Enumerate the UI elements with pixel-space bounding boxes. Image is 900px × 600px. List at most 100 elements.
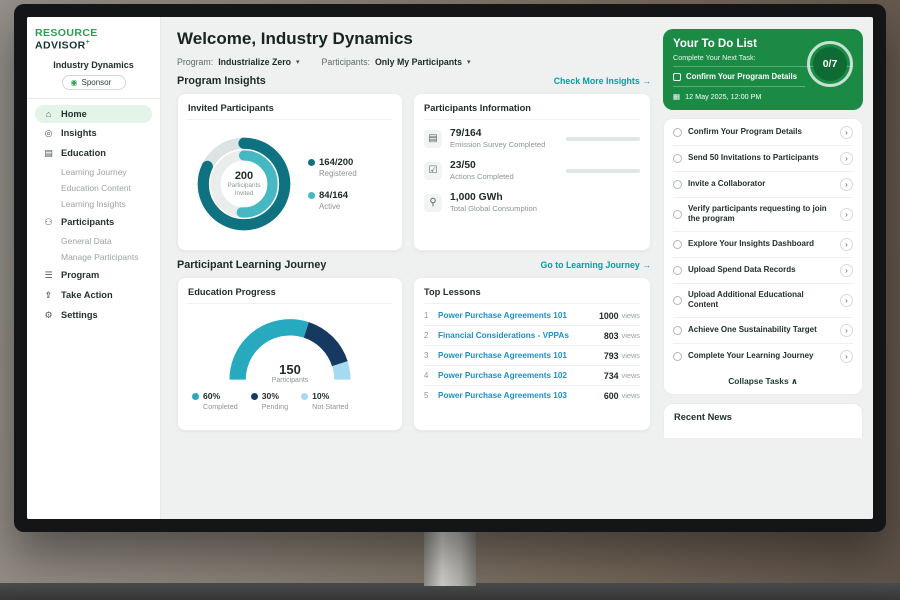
task-item[interactable]: Send 50 Invitations to Participants › (673, 146, 853, 172)
card-title: Top Lessons (424, 287, 640, 304)
chevron-right-icon[interactable]: › (840, 152, 853, 165)
survey-icon: ▤ (424, 130, 442, 148)
collapse-label: Collapse Tasks (728, 376, 788, 386)
task-item[interactable]: Confirm Your Program Details › (673, 120, 853, 146)
task-item[interactable]: Achieve One Sustainability Target › (673, 318, 853, 344)
task-checkbox[interactable] (673, 296, 682, 305)
go-to-learning-journey-link[interactable]: Go to Learning Journey → (541, 260, 651, 270)
todo-next-task[interactable]: Confirm Your Program Details (673, 67, 805, 87)
sponsor-badge[interactable]: ◉ Sponsor (62, 75, 126, 90)
education-gauge-chart: 150 Participants (215, 312, 365, 384)
task-checkbox[interactable] (673, 326, 682, 335)
participants-filter[interactable]: Participants: Only My Participants ▾ (322, 57, 471, 67)
gauge-center-label: Participants (215, 377, 365, 384)
sidebar-item-label: Take Action (61, 290, 113, 300)
task-item[interactable]: Verify participants requesting to join t… (673, 198, 853, 232)
stat-label: Total Global Consumption (450, 204, 537, 213)
chevron-right-icon[interactable]: › (840, 178, 853, 191)
task-label: Invite a Collaborator (688, 179, 834, 189)
task-item[interactable]: Invite a Collaborator › (673, 172, 853, 198)
lesson-link[interactable]: Power Purchase Agreements 103 (438, 391, 604, 400)
task-item[interactable]: Complete Your Learning Journey › (673, 344, 853, 369)
recent-news-card[interactable]: Recent News (663, 403, 863, 438)
sidebar-item-education-content[interactable]: Education Content (35, 180, 152, 196)
checkbox-icon[interactable] (673, 73, 681, 81)
chevron-right-icon[interactable]: › (840, 126, 853, 139)
check-more-insights-link[interactable]: Check More Insights → (554, 76, 651, 86)
lesson-link[interactable]: Power Purchase Agreements 101 (438, 351, 604, 360)
sidebar-item-label: Insights (61, 128, 97, 138)
program-filter-value: Industrialize Zero (218, 57, 291, 67)
todo-progress-ring: 0/7 (807, 41, 853, 87)
task-checkbox[interactable] (673, 154, 682, 163)
task-checkbox[interactable] (673, 266, 682, 275)
card-title: Education Progress (188, 287, 392, 304)
home-icon: ⌂ (43, 109, 54, 119)
emission-progress-bar (566, 137, 640, 141)
program-filter-label: Program: (177, 57, 213, 67)
task-item[interactable]: Upload Spend Data Records › (673, 258, 853, 284)
lesson-rank: 5 (424, 391, 438, 400)
chevron-right-icon[interactable]: › (840, 264, 853, 277)
arrow-right-icon: → (642, 260, 651, 270)
task-item[interactable]: Explore Your Insights Dashboard › (673, 232, 853, 258)
legend-item-registered: 164/200 Registered (308, 157, 357, 178)
sidebar-item-label: Participants (61, 217, 114, 227)
sidebar-item-program[interactable]: ☰ Program (35, 266, 152, 285)
collapse-tasks-link[interactable]: Collapse Tasks ∧ (673, 369, 853, 393)
chevron-right-icon[interactable]: › (840, 238, 853, 251)
program-filter[interactable]: Program: Industrialize Zero ▾ (177, 57, 300, 67)
lesson-views: 1000 (599, 311, 619, 321)
brand-resource: RESOURCE (35, 27, 98, 39)
legend-pct: 30% (262, 391, 279, 401)
legend-pct: 10% (312, 391, 329, 401)
lesson-link[interactable]: Power Purchase Agreements 102 (438, 371, 604, 380)
sidebar-item-participants[interactable]: ⚇ Participants (35, 213, 152, 232)
task-item[interactable]: Upload Additional Educational Content › (673, 284, 853, 318)
chevron-right-icon[interactable]: › (840, 350, 853, 363)
lesson-views-label: views (622, 351, 640, 360)
invited-donut-chart: 200 Participants Invited (188, 128, 300, 240)
legend-item-not-started: 10% Not Started (301, 391, 348, 411)
lesson-link[interactable]: Power Purchase Agreements 101 (438, 311, 599, 320)
sidebar-divider (27, 98, 160, 99)
sidebar-item-take-action[interactable]: ⇪ Take Action (35, 286, 152, 305)
stat-emission-survey: ▤ 79/164 Emission Survey Completed (424, 128, 640, 149)
sidebar-item-label: Education (61, 148, 106, 158)
card-title: Participants Information (424, 103, 640, 120)
consumption-pin-icon: ⚲ (424, 194, 442, 212)
active-dot-icon (308, 192, 315, 199)
stat-label: Actions Completed (450, 172, 562, 181)
sidebar-item-learning-insights[interactable]: Learning Insights (35, 196, 152, 212)
legend-label: Registered (308, 169, 357, 178)
lesson-link[interactable]: Financial Considerations - VPPAs (438, 331, 604, 340)
sidebar-item-general-data[interactable]: General Data (35, 233, 152, 249)
sidebar-item-label: Program (61, 270, 99, 280)
task-list-card: Confirm Your Program Details › Send 50 I… (663, 118, 863, 395)
sidebar-item-manage-participants[interactable]: Manage Participants (35, 249, 152, 265)
recent-news-title: Recent News (674, 412, 732, 422)
not-started-dot-icon (301, 393, 308, 400)
sidebar-item-settings[interactable]: ⚙ Settings (35, 306, 152, 325)
task-checkbox[interactable] (673, 180, 682, 189)
task-checkbox[interactable] (673, 128, 682, 137)
task-checkbox[interactable] (673, 210, 682, 219)
stat-value: 23/50 (450, 160, 562, 171)
sidebar-item-home[interactable]: ⌂ Home (35, 105, 152, 123)
sidebar-item-label: Home (61, 109, 87, 119)
task-checkbox[interactable] (673, 240, 682, 249)
card-title: Invited Participants (188, 103, 392, 120)
lesson-views-label: views (622, 331, 640, 340)
sidebar-item-education[interactable]: ▤ Education (35, 144, 152, 163)
task-checkbox[interactable] (673, 352, 682, 361)
sidebar-item-learning-journey[interactable]: Learning Journey (35, 164, 152, 180)
chevron-right-icon[interactable]: › (840, 208, 853, 221)
legend-pct: 60% (203, 391, 220, 401)
legend-item-pending: 30% Pending (251, 391, 288, 411)
stat-label: Emission Survey Completed (450, 140, 562, 149)
chevron-right-icon[interactable]: › (840, 324, 853, 337)
chevron-right-icon[interactable]: › (840, 294, 853, 307)
sidebar-item-insights[interactable]: ◎ Insights (35, 124, 152, 143)
actions-icon: ☑ (424, 162, 442, 180)
lesson-views: 600 (604, 391, 619, 401)
